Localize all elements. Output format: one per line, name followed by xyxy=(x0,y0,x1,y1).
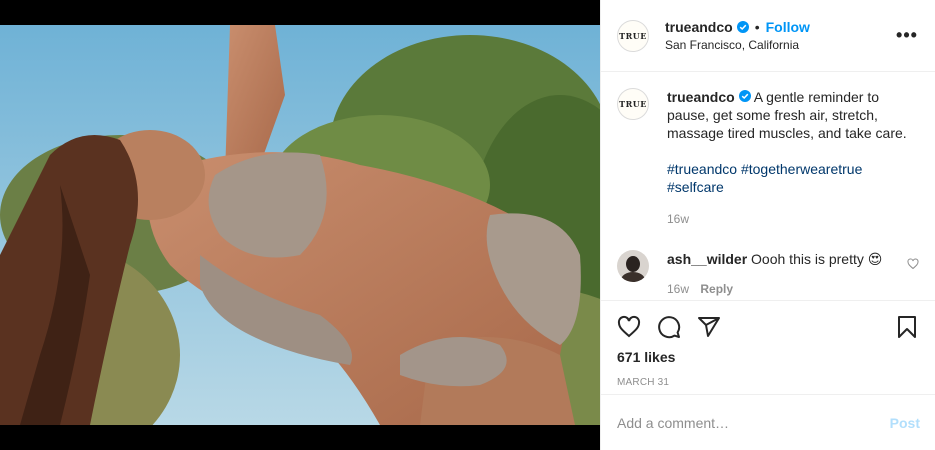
separator-dot: • xyxy=(754,19,760,35)
hashtag-link[interactable]: #togetherwearetrue xyxy=(741,161,862,177)
comment-timestamp[interactable]: 16w xyxy=(667,282,689,296)
comment-body: ash__wilder Oooh this is pretty 😍 16w Re… xyxy=(667,250,907,298)
header-line: trueandco • Follow xyxy=(665,19,895,35)
hashtag-link[interactable]: #selfcare xyxy=(667,179,724,195)
more-options-icon[interactable]: ••• xyxy=(895,25,919,46)
reply-button[interactable]: Reply xyxy=(700,282,733,296)
post-media xyxy=(0,0,600,450)
post-header: TRUE trueandco • Follow San Francisco, C… xyxy=(601,0,935,72)
post-date[interactable]: MARCH 31 xyxy=(617,377,919,388)
comment-meta: 16w Reply xyxy=(667,280,907,298)
comment-bubble-icon[interactable] xyxy=(657,315,681,339)
verified-badge-icon xyxy=(736,21,749,33)
hashtag-link[interactable]: #trueandco xyxy=(667,161,737,177)
like-heart-icon[interactable] xyxy=(617,315,641,339)
add-comment-input[interactable] xyxy=(617,414,890,431)
photo-illustration xyxy=(0,25,600,425)
caption-username[interactable]: trueandco xyxy=(667,89,735,105)
caption-hashtags: #trueandco #togetherwearetrue #selfcare xyxy=(667,161,862,195)
verified-badge-icon xyxy=(738,90,751,102)
comment-text: Oooh this is pretty 😍 xyxy=(751,251,883,267)
likes-count[interactable]: 671 likes xyxy=(617,349,919,365)
caption-avatar[interactable]: TRUE xyxy=(617,88,649,120)
commenter-avatar[interactable] xyxy=(617,250,649,282)
add-comment-bar: Post xyxy=(601,394,935,450)
account-avatar[interactable]: TRUE xyxy=(617,19,649,52)
post-comment-button[interactable]: Post xyxy=(890,415,920,431)
caption: TRUE trueandco A gentle reminder to paus… xyxy=(617,88,919,228)
instagram-post: TRUE trueandco • Follow San Francisco, C… xyxy=(0,0,935,450)
action-bar xyxy=(617,301,919,349)
header-text: trueandco • Follow San Francisco, Califo… xyxy=(665,19,895,52)
like-comment-heart-icon[interactable] xyxy=(907,258,919,270)
comments-section: TRUE trueandco A gentle reminder to paus… xyxy=(601,72,935,300)
caption-timestamp[interactable]: 16w xyxy=(667,210,919,228)
comment: ash__wilder Oooh this is pretty 😍 16w Re… xyxy=(617,250,919,298)
location-link[interactable]: San Francisco, California xyxy=(665,38,895,52)
follow-button[interactable]: Follow xyxy=(766,19,810,35)
avatar-image xyxy=(617,250,649,282)
post-side-panel: TRUE trueandco • Follow San Francisco, C… xyxy=(600,0,935,450)
caption-body: trueandco A gentle reminder to pause, ge… xyxy=(667,88,919,228)
post-photo[interactable] xyxy=(0,25,600,425)
commenter-username[interactable]: ash__wilder xyxy=(667,251,747,267)
share-paper-plane-icon[interactable] xyxy=(697,315,721,339)
save-bookmark-icon[interactable] xyxy=(895,315,919,339)
header-username[interactable]: trueandco xyxy=(665,19,733,35)
